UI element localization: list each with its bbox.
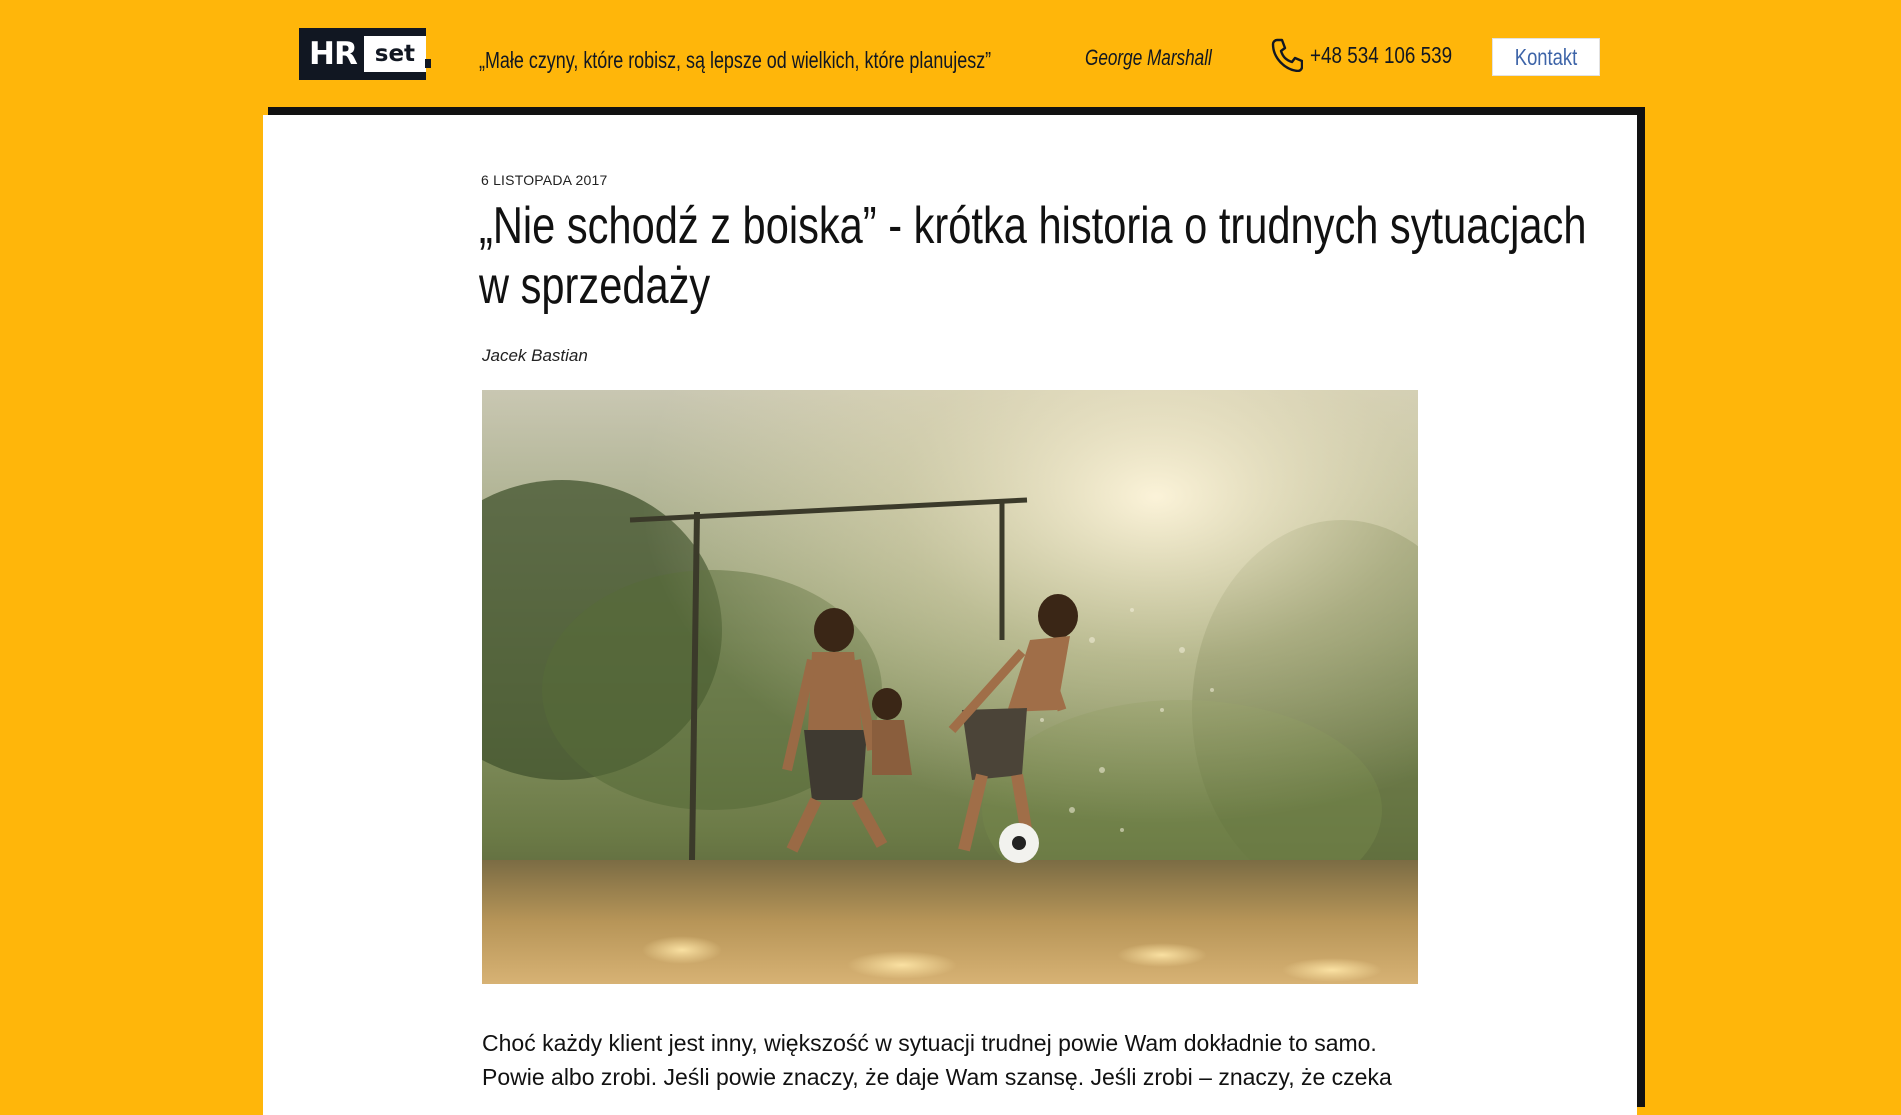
phone-number[interactable]: +48 534 106 539 bbox=[1310, 42, 1452, 69]
header-quote: „Małe czyny, które robisz, są lepsze od … bbox=[479, 40, 1212, 80]
post-body: Choć każdy klient jest inny, większość w… bbox=[482, 1030, 1392, 1090]
logo-set-text: set bbox=[374, 41, 416, 67]
site-logo[interactable]: HR set bbox=[299, 28, 431, 80]
quote-text: „Małe czyny, które robisz, są lepsze od … bbox=[479, 46, 992, 73]
post-title: „Nie schodź z boiska” - krótka historia … bbox=[479, 197, 1587, 315]
logo-tab bbox=[425, 59, 431, 68]
phone-icon bbox=[1271, 38, 1303, 72]
post-author[interactable]: Jacek Bastian bbox=[482, 346, 588, 366]
quote-author: George Marshall bbox=[1085, 45, 1212, 70]
post-date: 6 listopada 2017 bbox=[481, 172, 608, 188]
contact-button-label: Kontakt bbox=[1514, 43, 1578, 70]
hero-image bbox=[482, 390, 1418, 984]
contact-button[interactable]: Kontakt bbox=[1492, 38, 1600, 76]
logo-hr-text: HR bbox=[309, 36, 358, 72]
logo-set-box: set bbox=[363, 36, 431, 72]
